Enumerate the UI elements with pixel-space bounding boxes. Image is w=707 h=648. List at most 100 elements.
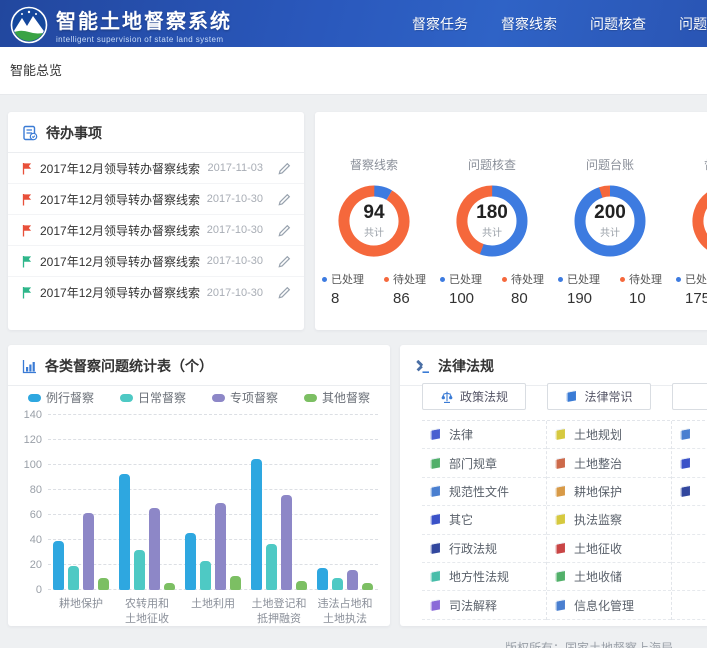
law-item[interactable]: 其它 (422, 506, 546, 534)
bar-chart-icon (22, 359, 37, 374)
law-item[interactable]: 法律 (422, 421, 546, 449)
book-icon (565, 390, 578, 403)
bar-group (312, 415, 378, 590)
donut-ring: 94 共计 (335, 182, 413, 260)
donut-legend-done: 已处理 190 (558, 271, 600, 307)
app-subtitle: intelligent supervision of state land sy… (56, 35, 232, 44)
law-item[interactable]: 规范性文件 (422, 478, 546, 506)
chart-legend-item[interactable]: 专项督察 (212, 389, 278, 406)
book-icon (429, 428, 442, 441)
scale-icon (440, 390, 454, 404)
nav-item[interactable]: 问题台账 (679, 14, 707, 34)
law-item[interactable]: 耕地保护 (547, 478, 671, 506)
book-icon (429, 542, 442, 555)
issue-stats-title: 各类督察问题统计表（个） (45, 356, 213, 376)
law-category-button[interactable]: 法律常识 (547, 383, 651, 410)
laws-header: 法律法规 (400, 345, 707, 386)
edit-icon[interactable] (278, 255, 291, 268)
y-tick-label: 80 (20, 484, 42, 496)
donut: 问题核查 180 共计 已处理 100 待处理 80 (433, 156, 551, 307)
law-item[interactable]: 土地整治 (547, 449, 671, 477)
law-column (672, 421, 707, 620)
law-item[interactable]: 土地规划 (547, 421, 671, 449)
bar (200, 561, 211, 590)
y-tick-label: 40 (20, 534, 42, 546)
book-icon (679, 457, 692, 470)
law-item-empty (672, 591, 707, 619)
donut-legend-done: 已处理 175 (676, 271, 707, 307)
law-item[interactable]: 执法监察 (547, 506, 671, 534)
law-item[interactable]: 部门规章 (422, 449, 546, 477)
bar (164, 583, 175, 591)
app-header: 智能土地督察系统 intelligent supervision of stat… (0, 0, 707, 47)
todo-text: 2017年12月领导转办督察线索 (40, 191, 200, 208)
donut: 督察线索 94 共计 已处理 8 待处理 86 (315, 156, 433, 307)
nav-item[interactable]: 问题核查 (590, 14, 646, 34)
bar (68, 566, 79, 590)
law-category-button[interactable]: 政策法规 (422, 383, 526, 410)
donut-ring: 180 共计 (453, 182, 531, 260)
laws-panel: 法律法规 政策法规 法律常识 法律 部门规章 规范性文件 其它 行政法规 地方性… (400, 345, 707, 626)
y-tick-label: 60 (20, 509, 42, 521)
law-item[interactable]: 司法解释 (422, 591, 546, 619)
nav-item[interactable]: 督察线索 (501, 14, 557, 34)
bar (98, 578, 109, 591)
donut-done-value: 100 (440, 290, 482, 307)
bar (296, 581, 307, 590)
donut-legend-pending: 待处理 86 (384, 271, 426, 307)
chart-legend-item[interactable]: 其他督察 (304, 389, 370, 406)
breadcrumb: 智能总览 (10, 47, 62, 95)
flag-icon (21, 162, 33, 175)
donut-total: 200 (594, 203, 626, 222)
flag-icon (21, 286, 33, 299)
x-axis-label: 土地利用 (180, 597, 246, 627)
logo: 智能土地督察系统 intelligent supervision of stat… (10, 5, 232, 44)
todo-panel: 待办事项 2017年12月领导转办督察线索2017-11-03 2017年12月… (8, 112, 304, 330)
book-icon (429, 599, 442, 612)
breadcrumb-bar: 智能总览 (0, 47, 707, 95)
law-item[interactable] (672, 449, 707, 477)
law-grid: 法律 部门规章 规范性文件 其它 行政法规 地方性法规 司法解释 土地规划 土地… (422, 420, 707, 620)
law-item[interactable] (672, 478, 707, 506)
edit-icon[interactable] (278, 162, 291, 175)
todo-row[interactable]: 2017年12月领导转办督察线索 2017-10-30 (8, 246, 304, 277)
todo-row[interactable]: 2017年12月领导转办督察线索2017-10-30 (8, 184, 304, 215)
donut-row: 督察线索 94 共计 已处理 8 待处理 86 问题核查 (315, 112, 707, 307)
edit-icon[interactable] (278, 224, 291, 237)
todo-row[interactable]: 2017年12月领导转办督察线索2017-10-30 (8, 277, 304, 308)
book-icon (554, 513, 567, 526)
bar (53, 541, 64, 590)
law-item[interactable] (672, 421, 707, 449)
law-item[interactable]: 土地征收 (547, 535, 671, 563)
edit-icon[interactable] (278, 286, 291, 299)
flag-icon (21, 193, 33, 206)
todo-date: 2017-10-30 (207, 255, 263, 267)
law-item[interactable]: 土地收储 (547, 563, 671, 591)
laws-title: 法律法规 (438, 356, 494, 376)
donut-total-label: 共计 (482, 224, 502, 239)
law-item[interactable]: 地方性法规 (422, 563, 546, 591)
nav-item[interactable]: 督察任务 (412, 14, 468, 34)
donut-total-label: 共计 (364, 224, 384, 239)
law-column: 土地规划 土地整治 耕地保护 执法监察 土地征收 土地收储 信息化管理 (547, 421, 672, 620)
edit-icon[interactable] (278, 193, 291, 206)
bar (215, 503, 226, 591)
chart-legend-item[interactable]: 日常督察 (120, 389, 186, 406)
law-category-button[interactable] (672, 383, 707, 410)
law-item[interactable]: 信息化管理 (547, 591, 671, 619)
bar (281, 495, 292, 590)
law-item[interactable]: 行政法规 (422, 535, 546, 563)
bar (347, 570, 358, 590)
donut-pending-value: 10 (620, 290, 662, 307)
bar (230, 576, 241, 590)
chart-legend: 例行督察 日常督察 专项督察 其他督察 (8, 389, 390, 406)
todo-row[interactable]: 2017年12月领导转办督察线索2017-11-03 (8, 153, 304, 184)
book-icon (554, 542, 567, 555)
chart-legend-item[interactable]: 例行督察 (28, 389, 94, 406)
todo-panel-header: 待办事项 (8, 112, 304, 153)
donut-title: 督察线索 (350, 156, 398, 173)
todo-text: 2017年12月领导转办督察线索 (40, 253, 200, 270)
x-axis-label: 农转用和 土地征收 (114, 597, 180, 627)
todo-row[interactable]: 2017年12月领导转办督察线索2017-10-30 (8, 215, 304, 246)
y-tick-label: 100 (20, 459, 42, 471)
